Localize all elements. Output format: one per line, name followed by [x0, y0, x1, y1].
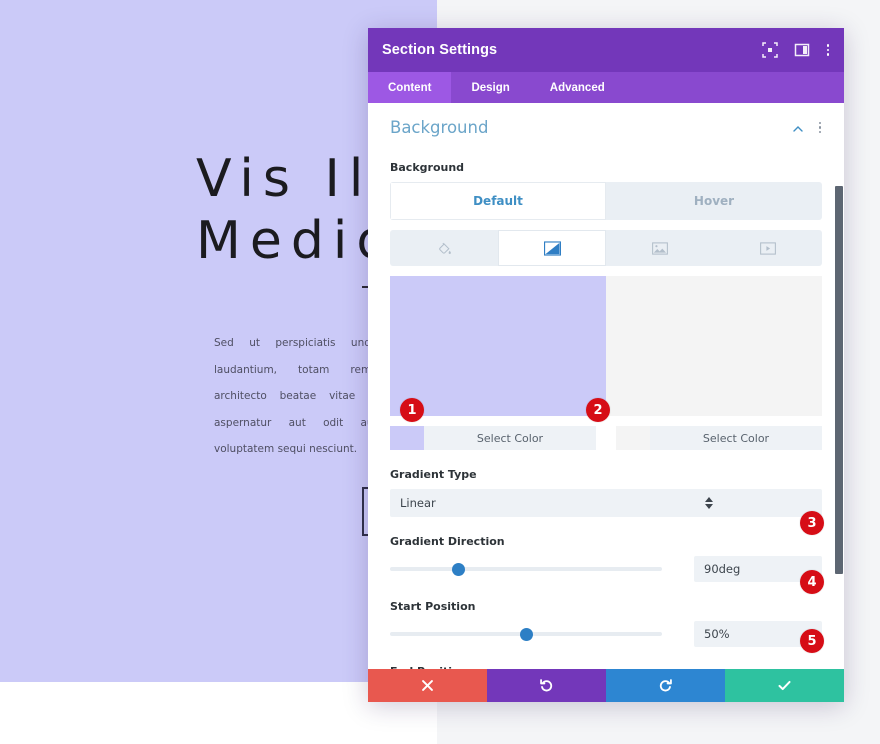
modal-body: Background Background Default Hover Sele… [368, 103, 844, 669]
modal-title: Section Settings [382, 42, 498, 58]
start-position-row: 50% [390, 621, 822, 647]
gradient-type-value: Linear [400, 496, 436, 510]
close-icon [421, 679, 434, 692]
gradient-direction-label: Gradient Direction [390, 535, 505, 548]
layout-toggle-icon[interactable] [794, 42, 810, 58]
background-type-image[interactable] [606, 230, 714, 266]
gradient-preview [390, 276, 822, 416]
gradient-type-label: Gradient Type [390, 468, 477, 481]
background-type-tabs [390, 230, 822, 266]
image-icon [652, 241, 668, 255]
tab-advanced[interactable]: Advanced [530, 72, 625, 103]
focus-icon[interactable] [762, 42, 778, 58]
section-settings-modal: Section Settings Content Design Advanced… [368, 28, 844, 702]
video-icon [760, 241, 776, 255]
modal-tabbar: Content Design Advanced [368, 72, 844, 103]
cancel-button[interactable] [368, 669, 487, 702]
state-hover-button[interactable]: Hover [606, 182, 822, 220]
modal-header-actions [762, 42, 830, 58]
background-type-gradient[interactable] [498, 230, 606, 266]
screen: Vis Ill Medic Sed ut perspiciatis unde o… [0, 0, 880, 744]
callout-badge-2: 2 [586, 398, 610, 422]
undo-button[interactable] [487, 669, 606, 702]
color-swatch-end[interactable] [616, 426, 650, 450]
modal-scrollbar-track[interactable] [835, 103, 844, 669]
background-section-header: Background [390, 103, 822, 143]
end-position-label: End Position [390, 665, 822, 669]
redo-icon [658, 678, 673, 693]
callout-badge-1: 1 [400, 398, 424, 422]
background-group-label: Background [390, 161, 465, 174]
tab-design[interactable]: Design [451, 72, 529, 103]
hero-title-line-2: Medic [196, 211, 394, 271]
modal-header: Section Settings [368, 28, 844, 72]
tab-content[interactable]: Content [368, 72, 452, 103]
undo-icon [539, 678, 554, 693]
section-kebab-menu-icon[interactable] [818, 120, 822, 136]
hero-title: Vis Ill Medic [196, 148, 396, 272]
gradient-icon [543, 240, 561, 256]
state-default-button[interactable]: Default [390, 182, 606, 220]
chevron-up-icon[interactable] [792, 122, 804, 134]
redo-button[interactable] [606, 669, 725, 702]
callout-badge-4: 4 [800, 570, 824, 594]
color-row-gap [596, 426, 616, 450]
background-type-color[interactable] [390, 230, 498, 266]
chevron-updown-icon [606, 497, 812, 509]
select-color-end-button[interactable]: Select Color [650, 426, 822, 450]
check-icon [777, 678, 792, 693]
callout-badge-3: 3 [800, 511, 824, 535]
gradient-direction-slider[interactable] [390, 560, 662, 578]
slider-knob[interactable] [451, 562, 465, 576]
gradient-color-row: Select Color Select Color [390, 426, 822, 450]
callout-badge-5: 5 [800, 629, 824, 653]
color-swatch-start[interactable] [390, 426, 424, 450]
gradient-type-select[interactable]: Linear [390, 489, 822, 517]
gradient-color-end: Select Color [616, 426, 822, 450]
modal-scrollbar-thumb[interactable] [835, 186, 843, 574]
section-actions [792, 120, 822, 136]
section-title: Background [390, 118, 489, 137]
start-position-slider[interactable] [390, 625, 662, 643]
slider-track [390, 567, 662, 571]
start-position-label: Start Position [390, 600, 476, 613]
select-color-start-button[interactable]: Select Color [424, 426, 596, 450]
hero-title-line-1: Vis Ill [196, 149, 396, 209]
background-state-toggle: Default Hover [390, 182, 822, 220]
kebab-menu-icon[interactable] [826, 42, 830, 58]
gradient-type-select-wrap: Linear [390, 489, 822, 517]
modal-footer [368, 669, 844, 702]
save-button[interactable] [725, 669, 844, 702]
gradient-direction-row: 90deg [390, 556, 822, 582]
paint-bucket-icon [437, 241, 452, 256]
slider-knob[interactable] [519, 627, 533, 641]
background-type-video[interactable] [714, 230, 822, 266]
gradient-color-start: Select Color [390, 426, 596, 450]
